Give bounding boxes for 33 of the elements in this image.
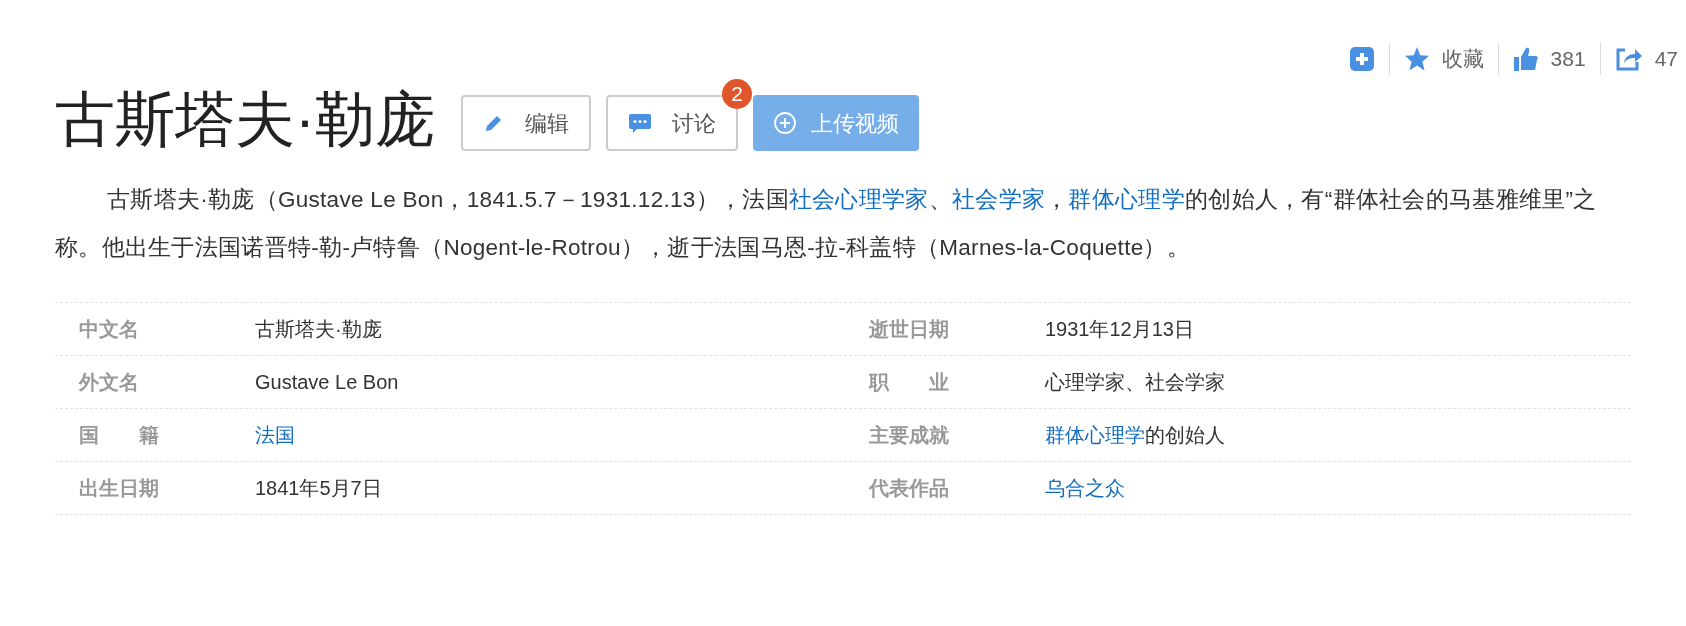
notification-badge: 2 xyxy=(722,79,752,109)
field-value: Gustave Le Bon xyxy=(255,370,399,395)
link[interactable]: 乌合之众 xyxy=(1045,477,1125,499)
thumbs-up-icon xyxy=(1512,46,1539,72)
share-button[interactable]: 47 xyxy=(1614,43,1678,75)
field-label: 职 业 xyxy=(867,370,949,395)
field-label: 出生日期 xyxy=(78,476,159,501)
summary-paragraph: 古斯塔夫·勒庞（Gustave Le Bon，1841.5.7－1931.12.13），法国社会心理学家、社会学家，群体心理学的创始人，有“群体社会的马基雅维里”之称。他出生于法国诺晋特-勒-卢特鲁（Nogent-le-Rotrou），逝于法国马恩-拉-科盖特（Marnes-la-Coquette）。 xyxy=(55,186,1598,262)
share-icon xyxy=(1614,46,1643,72)
field-label: 代表作品 xyxy=(867,476,949,501)
field-value: 心理学家、社会学家 xyxy=(1045,370,1225,395)
field-label: 国 籍 xyxy=(78,423,159,448)
link[interactable]: 群体心理学 xyxy=(1045,424,1145,446)
chat-icon xyxy=(628,112,652,134)
field-label: 主要成就 xyxy=(868,423,949,448)
field-value: 1931年12月13日 xyxy=(1045,317,1194,342)
field-label: 外文名 xyxy=(77,370,139,395)
field-value: 群体心理学的创始人 xyxy=(1045,423,1225,448)
field-label: 中文名 xyxy=(78,317,139,342)
field-value: 1841年5月7日 xyxy=(255,476,382,501)
link[interactable]: 社会心理学家 xyxy=(788,187,929,212)
field-label: 逝世日期 xyxy=(868,317,949,342)
like-button[interactable]: 381 xyxy=(1512,43,1586,75)
star-icon xyxy=(1403,46,1430,72)
plus-circle-icon xyxy=(773,111,797,135)
field-value: 古斯塔夫·勒庞 xyxy=(255,317,382,342)
add-icon[interactable] xyxy=(1348,46,1375,72)
page-title: 古斯塔夫·勒庞 xyxy=(55,85,435,155)
link[interactable]: 法国 xyxy=(255,424,295,446)
edit-button[interactable]: 编辑 xyxy=(461,95,591,151)
link[interactable]: 社会学家 xyxy=(951,187,1046,212)
link[interactable]: 群体心理学 xyxy=(1068,187,1185,212)
favorite-button[interactable]: 收藏 xyxy=(1403,43,1484,75)
